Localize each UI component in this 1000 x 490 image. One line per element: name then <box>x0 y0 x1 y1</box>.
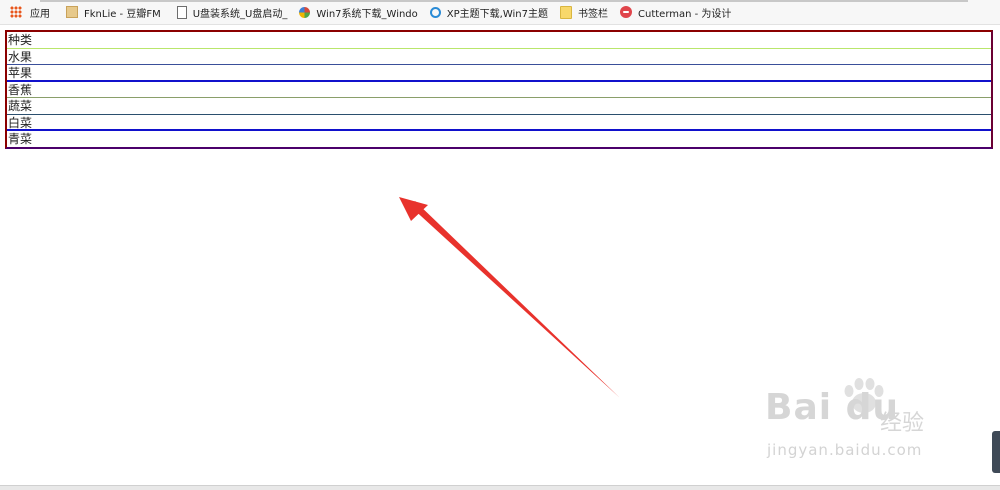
watermark: Bai du 经验 jingyan.baidu.com <box>765 375 995 470</box>
watermark-brand: Bai du <box>765 387 900 428</box>
arrow-shaft <box>410 201 620 398</box>
side-feedback-tab[interactable] <box>992 431 1000 473</box>
watermark-url: jingyan.baidu.com <box>767 441 923 459</box>
watermark-cn: 经验 <box>880 411 925 436</box>
status-bar <box>0 485 1000 490</box>
